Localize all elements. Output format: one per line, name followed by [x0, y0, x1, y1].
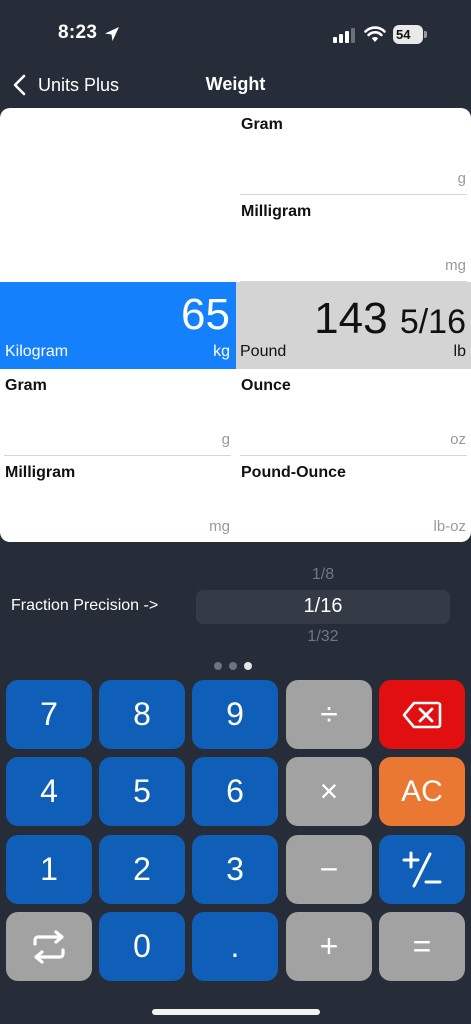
key-5[interactable]: 5 [99, 757, 185, 826]
page-title: Weight [205, 74, 266, 94]
backspace-icon [402, 701, 442, 728]
unit-name: Milligram [5, 464, 76, 481]
navigation-bar: Units Plus Weight [0, 62, 471, 108]
key-6[interactable]: 6 [192, 757, 278, 826]
unit-abbr: mg [445, 257, 466, 274]
input-unit-abbr: kg [213, 343, 230, 360]
key-8[interactable]: 8 [99, 680, 185, 749]
unit-abbr: g [221, 431, 230, 448]
unit-cell-gram-top[interactable]: Gram g [236, 108, 471, 195]
input-unit-name: Kilogram [5, 343, 69, 360]
key-3[interactable]: 3 [192, 835, 278, 904]
fraction-option-next[interactable]: 1/32 [196, 628, 450, 646]
output-unit-pound[interactable]: 143 5/16 Pound lb [236, 282, 471, 369]
fraction-option-prev[interactable]: 1/8 [196, 566, 450, 584]
page-dot[interactable] [214, 662, 222, 670]
location-arrow-icon [105, 27, 119, 41]
page-indicator[interactable] [214, 662, 252, 670]
unit-abbr: lb-oz [433, 518, 466, 535]
home-indicator[interactable] [152, 1009, 320, 1015]
fraction-option-selected[interactable]: 1/16 [196, 595, 450, 618]
key-divide[interactable]: ÷ [286, 680, 372, 749]
status-time: 8:23 [58, 22, 98, 43]
key-7[interactable]: 7 [6, 680, 92, 749]
output-value: 143 5/16 [314, 294, 466, 344]
swap-icon [33, 929, 65, 964]
status-bar: 8:23 54 [0, 0, 471, 62]
unit-cell-milligram[interactable]: Milligram mg [0, 456, 236, 542]
battery-tip [424, 31, 427, 38]
key-plus[interactable]: + [286, 912, 372, 981]
unit-name: Ounce [241, 377, 291, 394]
key-9[interactable]: 9 [192, 680, 278, 749]
cellular-signal-icon [333, 28, 355, 43]
key-minus[interactable]: − [286, 835, 372, 904]
unit-abbr: mg [209, 518, 230, 535]
key-2[interactable]: 2 [99, 835, 185, 904]
key-clear[interactable]: AC [379, 757, 465, 826]
page-dot-active[interactable] [244, 662, 252, 670]
battery-indicator: 54 [393, 25, 427, 44]
input-unit-kilogram[interactable]: 65 Kilogram kg [0, 282, 236, 369]
key-backspace[interactable] [379, 680, 465, 749]
output-value-fraction: 5/16 [399, 303, 466, 341]
unit-abbr: oz [450, 431, 466, 448]
page-dot[interactable] [229, 662, 237, 670]
wifi-icon [364, 26, 386, 42]
key-plus-minus[interactable] [379, 835, 465, 904]
unit-cell-gram[interactable]: Gram g [0, 369, 236, 456]
unit-abbr: g [457, 170, 466, 187]
key-decimal[interactable]: . [192, 912, 278, 981]
unit-name: Gram [5, 377, 47, 394]
key-1[interactable]: 1 [6, 835, 92, 904]
fraction-precision-label: Fraction Precision -> [11, 597, 159, 614]
battery-level: 54 [393, 25, 423, 44]
key-swap-units[interactable] [6, 912, 92, 981]
key-0[interactable]: 0 [99, 912, 185, 981]
unit-cell-milligram-top[interactable]: Milligram mg [236, 195, 471, 282]
unit-cell-ounce[interactable]: Ounce oz [236, 369, 471, 456]
output-unit-name: Pound [240, 343, 287, 360]
output-unit-abbr: lb [453, 343, 466, 360]
unit-name: Gram [241, 116, 283, 133]
plus-minus-icon [402, 851, 442, 887]
unit-name: Pound-Ounce [241, 464, 346, 481]
input-value: 65 [181, 290, 230, 339]
unit-cell-pound-ounce[interactable]: Pound-Ounce lb-oz [236, 456, 471, 542]
conversion-panel: Gram g Milligram mg 65 Kilogram kg 143 5… [0, 108, 471, 542]
key-equals[interactable]: = [379, 912, 465, 981]
unit-name: Milligram [241, 203, 312, 220]
key-multiply[interactable]: × [286, 757, 372, 826]
key-4[interactable]: 4 [6, 757, 92, 826]
output-value-whole: 143 [314, 294, 388, 343]
